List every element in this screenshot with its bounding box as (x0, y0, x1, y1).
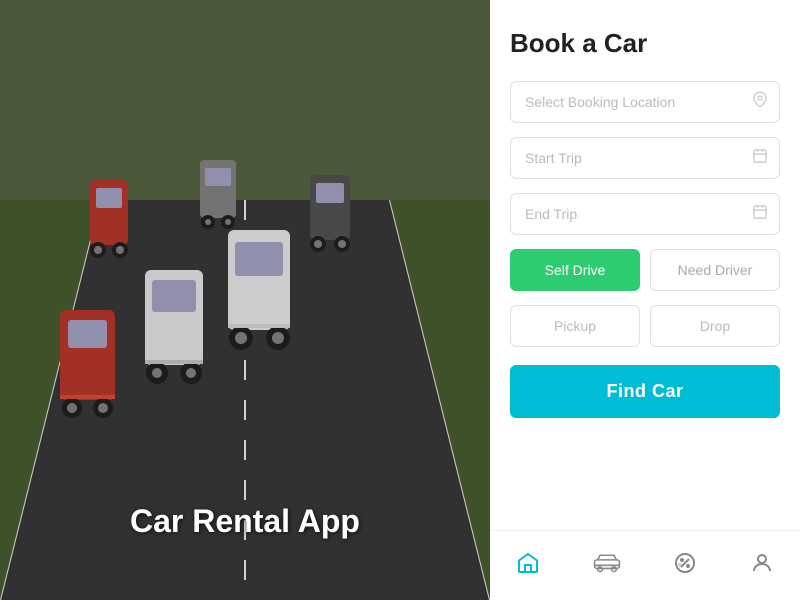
drive-options: Self Drive Need Driver (510, 249, 780, 291)
nav-home[interactable] (502, 543, 554, 589)
drop-button[interactable]: Drop (650, 305, 780, 347)
right-panel: Book a Car (490, 0, 800, 600)
location-options: Pickup Drop (510, 305, 780, 347)
offer-icon: % (673, 551, 697, 581)
app-title: Car Rental App (130, 503, 360, 540)
location-icon (752, 92, 768, 113)
end-trip-input[interactable] (510, 193, 780, 235)
need-driver-button[interactable]: Need Driver (650, 249, 780, 291)
bottom-nav: % (490, 530, 800, 600)
car-icon (593, 553, 621, 579)
location-input[interactable] (510, 81, 780, 123)
home-icon (516, 551, 540, 581)
pickup-button[interactable]: Pickup (510, 305, 640, 347)
left-panel: Car Rental App (0, 0, 490, 600)
start-trip-input-group (510, 137, 780, 179)
svg-text:%: % (678, 563, 683, 569)
nav-car[interactable] (579, 545, 635, 587)
start-calendar-icon (752, 148, 768, 169)
profile-icon (750, 551, 774, 581)
form-title: Book a Car (510, 28, 780, 59)
start-trip-input[interactable] (510, 137, 780, 179)
nav-profile[interactable] (736, 543, 788, 589)
location-input-group (510, 81, 780, 123)
end-trip-input-group (510, 193, 780, 235)
nav-offer[interactable]: % (659, 543, 711, 589)
self-drive-button[interactable]: Self Drive (510, 249, 640, 291)
end-calendar-icon (752, 204, 768, 225)
booking-form: Book a Car (490, 0, 800, 530)
find-car-button[interactable]: Find Car (510, 365, 780, 418)
